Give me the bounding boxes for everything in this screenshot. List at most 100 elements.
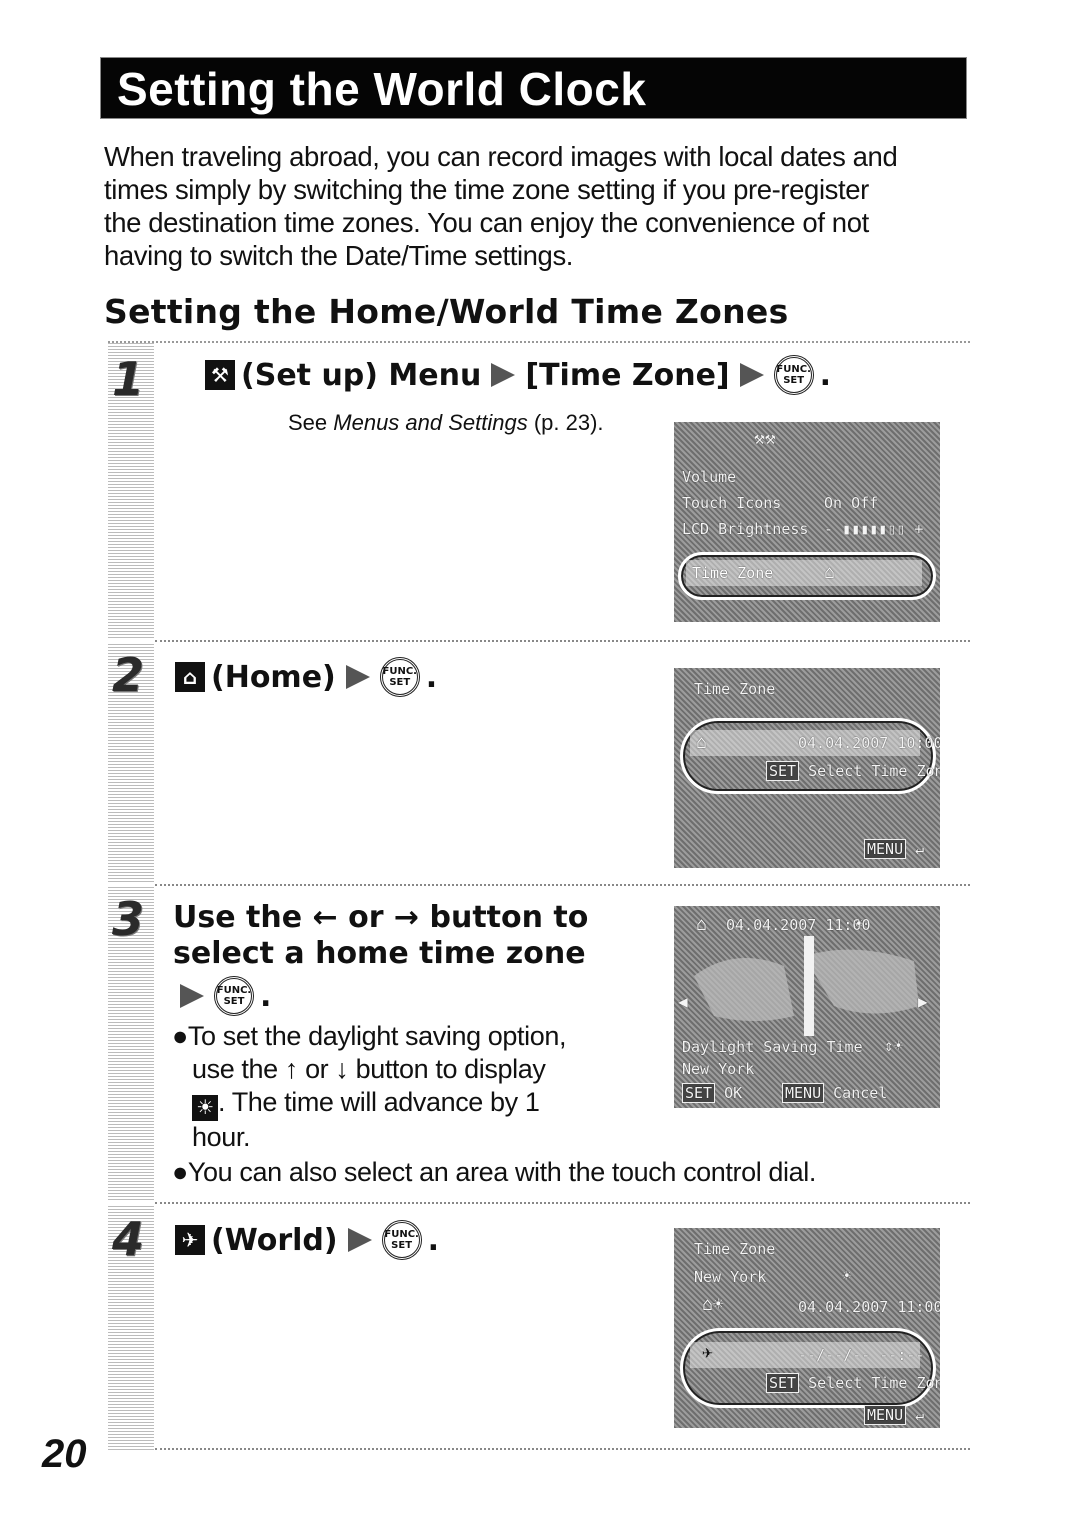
page-title: Setting the World Clock <box>117 63 647 115</box>
menu-return: MENU ↵ <box>864 1405 924 1425</box>
separator <box>155 640 970 642</box>
setup-tab-icon: ⚒⚒ <box>754 428 776 449</box>
menu-item-selected: Time Zone <box>692 564 774 582</box>
airplane-icon: ✈ <box>175 1225 205 1255</box>
bullet-touch-dial: ●You can also select an area with the to… <box>172 1157 816 1187</box>
bullet-text: You can also select an area with the tou… <box>187 1157 816 1187</box>
world-datetime: --/--/-- --:-- <box>798 1346 925 1364</box>
ref-suffix: (p. 23). <box>527 410 604 435</box>
home-icon: ⌂☀ <box>702 1294 724 1315</box>
sun-icon: ☀ <box>192 1095 218 1121</box>
up-down-sun-icon: ⇕☀ <box>884 1036 904 1055</box>
func-set-button-icon: FUNC. SET <box>379 657 420 697</box>
func-label: FUNC. <box>384 1229 419 1240</box>
set-label: SET <box>223 996 245 1007</box>
separator <box>155 884 970 886</box>
intro-line: the destination time zones. You can enjo… <box>104 207 869 238</box>
page-number: 20 <box>42 1432 87 1476</box>
bullet-text: . The time will advance by 1 <box>218 1087 540 1117</box>
camera-screen-world-zone: Time Zone New York ☀ ⌂☀ 04.04.2007 11:00… <box>674 1228 940 1428</box>
step-1-title-suffix: [Time Zone] <box>525 357 730 393</box>
period: . <box>819 357 832 393</box>
cancel-action: MENU Cancel <box>782 1083 887 1103</box>
sun-icon: ☀ <box>854 914 864 933</box>
step-2-title-text: (Home) <box>211 659 336 695</box>
ok-action: SET OK <box>682 1083 743 1103</box>
bullet-line: ☀. The time will advance by 1 <box>172 1086 566 1121</box>
bullet-line: use the ↑ or ↓ button to display <box>192 1054 546 1084</box>
step-2-title: ⌂ (Home) FUNC. SET . <box>175 657 437 697</box>
home-datetime: 04.04.2007 11:00 <box>798 1298 940 1316</box>
ref-prefix: See <box>288 410 334 435</box>
play-arrow-icon <box>491 363 516 387</box>
func-label: FUNC. <box>216 985 252 996</box>
left-arrow-icon[interactable]: ◀ <box>678 992 688 1011</box>
menu-item: LCD Brightness <box>682 520 809 538</box>
separator <box>155 1202 970 1204</box>
setup-tools-icon: ⚒ <box>205 360 235 390</box>
page-title-bar: Setting the World Clock <box>100 57 967 119</box>
ok-label: OK <box>724 1084 743 1102</box>
func-set-button-icon: FUNC. SET <box>381 1220 422 1260</box>
world-map <box>694 936 919 1036</box>
set-label: SET <box>783 375 805 386</box>
right-arrow-icon[interactable]: ▶ <box>918 992 928 1011</box>
intro-line: When traveling abroad, you can record im… <box>104 141 898 172</box>
set-tag: SET <box>766 761 800 781</box>
city-name: New York <box>682 1060 755 1078</box>
intro-line: times simply by switching the time zone … <box>104 174 869 205</box>
play-arrow-icon <box>347 1228 372 1252</box>
func-label: FUNC. <box>382 666 417 677</box>
step-3-title-action: FUNC. SET . <box>176 976 271 1016</box>
step-number: 4 <box>112 1212 145 1266</box>
set-action-label: Select Time Zone <box>808 762 940 780</box>
menu-item: Volume <box>682 468 737 486</box>
step-4-title: ✈ (World) FUNC. SET . <box>175 1220 439 1260</box>
separator <box>155 1448 970 1450</box>
menu-tag: MENU <box>864 1405 907 1425</box>
set-action-label: Select Time Zone <box>808 1374 940 1392</box>
bullet-text: To set the daylight saving option, <box>187 1021 567 1051</box>
play-arrow-icon <box>739 363 764 387</box>
ref-link[interactable]: Menus and Settings <box>333 410 527 435</box>
step-number: 2 <box>112 648 145 702</box>
menu-item: Touch Icons <box>682 494 782 512</box>
map-continent <box>804 949 919 1014</box>
play-arrow-icon <box>180 984 204 1008</box>
set-action: SET Select Time Zone <box>766 761 940 781</box>
step-1-title-text: (Set up) Menu <box>241 357 482 393</box>
brightness-bar: - ▮▮▮▮▮▯▯ + <box>824 520 924 538</box>
daylight-label: Daylight Saving Time <box>682 1038 863 1056</box>
home-icon: ⌂ <box>696 732 707 753</box>
camera-screen-world-map: ⌂ 04.04.2007 11:00 ☀ ◀ ▶ Daylight Saving… <box>674 906 940 1108</box>
step-number: 1 <box>112 352 145 406</box>
touch-icons-value: On Off <box>824 494 879 512</box>
menu-return: MENU ↵ <box>864 839 924 859</box>
bullet-daylight: ●To set the daylight saving option, use … <box>172 1020 566 1154</box>
page-reference: See Menus and Settings (p. 23). <box>288 410 604 436</box>
camera-screen-home-zone: Time Zone ⌂ 04.04.2007 10:00 SET Select … <box>674 668 940 868</box>
screen-header: Time Zone <box>694 1240 776 1258</box>
set-action: SET Select Time Zone <box>766 1373 940 1393</box>
bullet-line: ●To set the daylight saving option, <box>172 1021 567 1051</box>
timezone-band <box>804 936 814 1036</box>
intro-line: having to switch the Date/Time settings. <box>104 240 574 271</box>
intro-paragraph: When traveling abroad, you can record im… <box>104 140 974 272</box>
home-datetime: 04.04.2007 10:00 <box>798 734 940 752</box>
brightness-max: + <box>914 520 924 538</box>
home-icon: ⌂ <box>696 914 707 935</box>
menu-tag: MENU <box>864 839 907 859</box>
step-3-title-line1: Use the ← or → button to <box>173 900 589 935</box>
period: . <box>260 978 272 1014</box>
selection-highlight <box>680 1328 936 1408</box>
airplane-icon: ✈ <box>702 1342 713 1363</box>
period: . <box>425 659 438 695</box>
set-tag: SET <box>766 1373 800 1393</box>
func-label: FUNC. <box>776 364 811 375</box>
menu-tag: MENU <box>782 1083 825 1103</box>
func-set-button-icon: FUNC. SET <box>773 355 814 395</box>
bullet-line: hour. <box>192 1122 251 1152</box>
step-4-title-text: (World) <box>211 1222 338 1258</box>
func-set-button-icon: FUNC. SET <box>214 976 254 1016</box>
set-label: SET <box>391 1240 413 1251</box>
